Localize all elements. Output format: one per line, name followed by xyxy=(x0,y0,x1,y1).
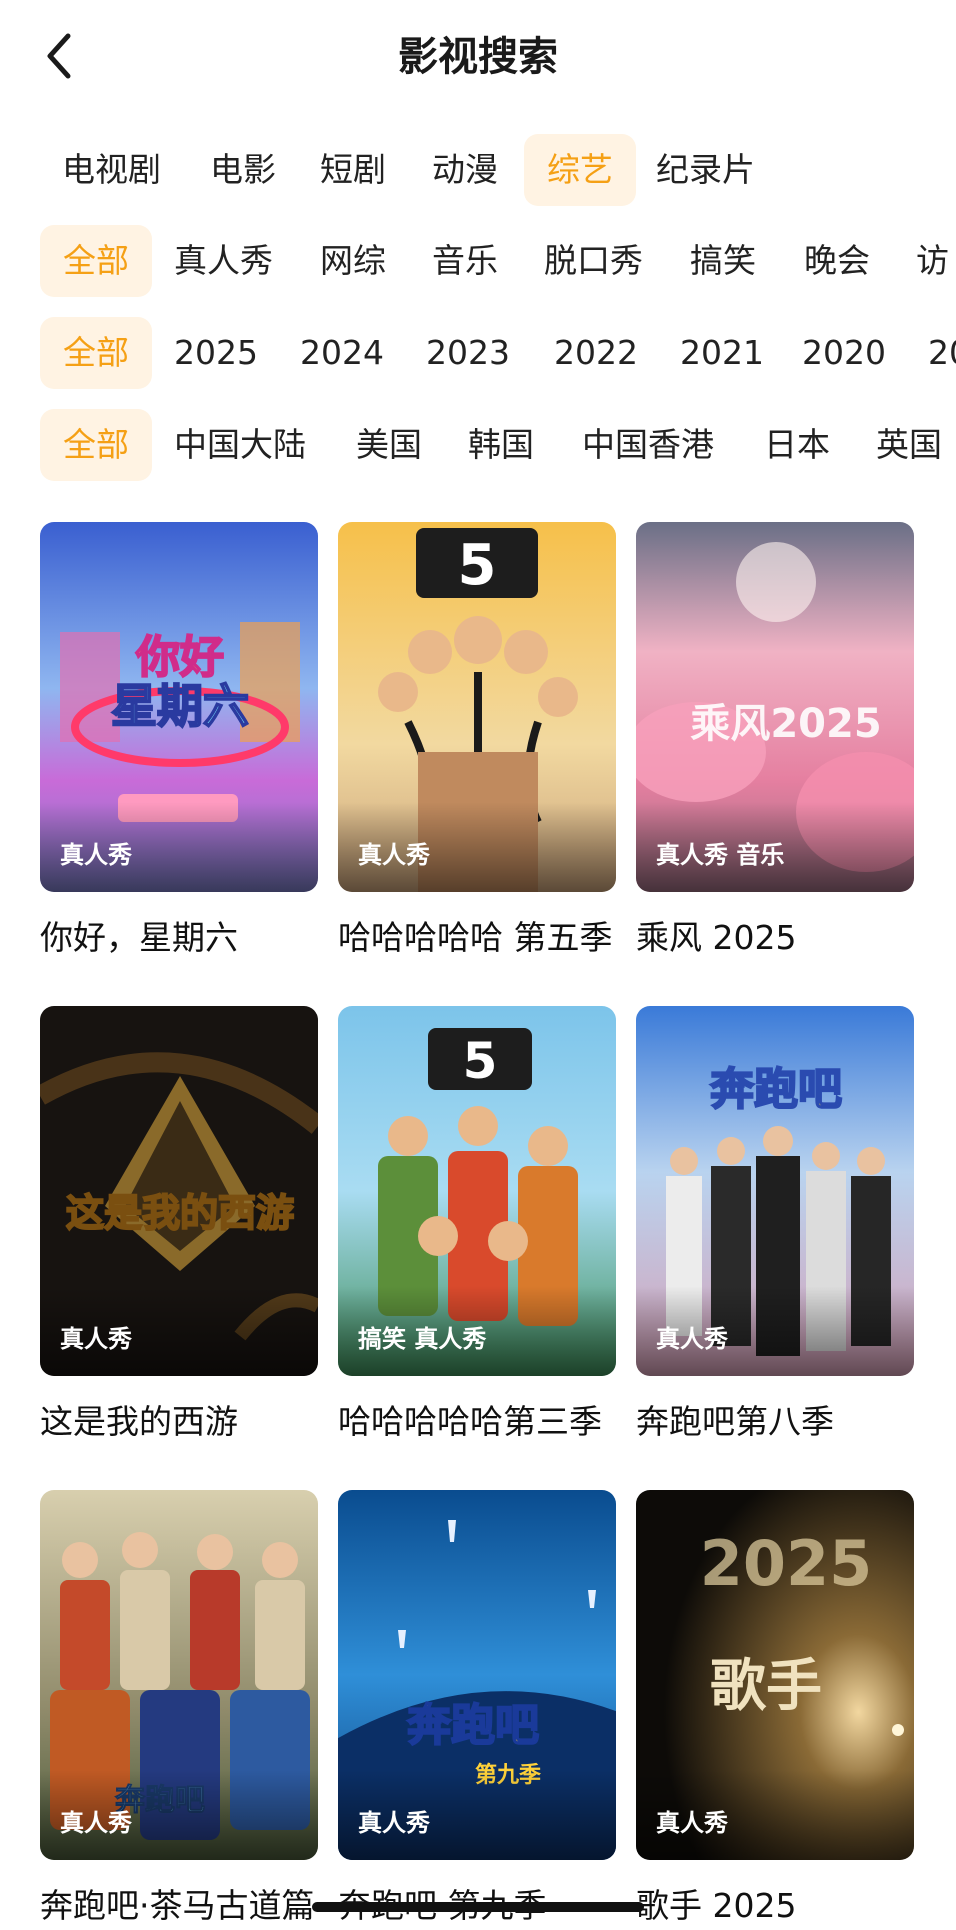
region-hongkong[interactable]: 中国香港 xyxy=(582,409,714,481)
show-card[interactable]: 5 搞笑 真人秀 哈哈哈哈哈第三季 xyxy=(338,1006,616,1446)
poster: 5 搞笑 真人秀 xyxy=(338,1006,616,1376)
show-card[interactable]: 2025 歌手 真人秀 歌手 2025 xyxy=(636,1490,914,1930)
year-2022[interactable]: 2022 xyxy=(554,317,638,389)
genre-tags: 真人秀 音乐 xyxy=(656,841,785,869)
svg-text:星期六: 星期六 xyxy=(111,679,249,733)
genre-interview[interactable]: 访 xyxy=(916,225,949,297)
poster: 这是我的西游 真人秀 xyxy=(40,1006,318,1376)
region-japan[interactable]: 日本 xyxy=(764,409,830,481)
show-title: 哈哈哈哈哈第三季 xyxy=(338,1402,602,1441)
svg-text:5: 5 xyxy=(463,1032,498,1090)
show-title: 乘风 2025 xyxy=(636,918,797,957)
region-korea[interactable]: 韩国 xyxy=(468,409,534,481)
tab-tv[interactable]: 电视剧 xyxy=(62,134,161,206)
show-card[interactable]: 5 真人秀 哈哈哈哈哈 第五季 xyxy=(338,522,616,962)
year-2023[interactable]: 2023 xyxy=(426,317,510,389)
show-card[interactable]: 这是我的西游 真人秀 这是我的西游 xyxy=(40,1006,318,1446)
svg-text:这是我的西游: 这是我的西游 xyxy=(66,1191,294,1235)
show-card[interactable]: 你好 星期六 真人秀 你好，星期六 xyxy=(40,522,318,962)
region-all[interactable]: 全部 xyxy=(40,409,152,481)
category-tabs: 电视剧 电影 短剧 动漫 综艺 纪录片 xyxy=(0,134,956,206)
svg-text:奔跑吧: 奔跑吧 xyxy=(710,1064,842,1115)
top-bar: 影视搜索 xyxy=(0,0,956,118)
show-title: 奔跑吧第八季 xyxy=(636,1402,834,1441)
region-filter: 全部 中国大陆 美国 韩国 中国香港 日本 英国 xyxy=(0,409,956,481)
poster: 乘风2025 真人秀 音乐 xyxy=(636,522,914,892)
poster: 奔跑吧 第九季 真人秀 xyxy=(338,1490,616,1860)
genre-gala[interactable]: 晚会 xyxy=(804,225,870,297)
genre-all[interactable]: 全部 xyxy=(40,225,152,297)
svg-text:5: 5 xyxy=(458,533,497,598)
genre-tags: 真人秀 xyxy=(656,1809,728,1837)
show-title: 你好，星期六 xyxy=(40,918,238,957)
show-card[interactable]: 奔跑吧 真人秀 奔跑吧·茶马古道篇 xyxy=(40,1490,318,1930)
svg-text:2025: 2025 xyxy=(700,1527,873,1600)
year-2021[interactable]: 2021 xyxy=(680,317,764,389)
genre-talk-show[interactable]: 脱口秀 xyxy=(544,225,643,297)
genre-reality[interactable]: 真人秀 xyxy=(174,225,273,297)
show-card[interactable]: 奔跑吧 真人秀 奔跑吧第八季 xyxy=(636,1006,914,1446)
tab-short-drama[interactable]: 短剧 xyxy=(320,134,386,206)
poster: 5 真人秀 xyxy=(338,522,616,892)
genre-comedy[interactable]: 搞笑 xyxy=(690,225,756,297)
region-us[interactable]: 美国 xyxy=(356,409,422,481)
year-more[interactable]: 20 xyxy=(928,317,956,389)
tab-anime[interactable]: 动漫 xyxy=(432,134,498,206)
poster: 你好 星期六 真人秀 xyxy=(40,522,318,892)
genre-filter: 全部 真人秀 网综 音乐 脱口秀 搞笑 晚会 访 xyxy=(0,225,956,297)
year-filter: 全部 2025 2024 2023 2022 2021 2020 20 xyxy=(0,317,956,389)
svg-text:歌手: 歌手 xyxy=(710,1654,822,1719)
home-indicator[interactable] xyxy=(312,1902,644,1912)
genre-tags: 真人秀 xyxy=(656,1325,728,1353)
region-uk[interactable]: 英国 xyxy=(876,409,942,481)
poster: 奔跑吧 真人秀 xyxy=(40,1490,318,1860)
show-title: 这是我的西游 xyxy=(40,1402,238,1441)
page-title: 影视搜索 xyxy=(398,34,558,80)
tab-movie[interactable]: 电影 xyxy=(210,134,276,206)
show-title: 奔跑吧·茶马古道篇 xyxy=(40,1886,315,1925)
show-card[interactable]: 奔跑吧 第九季 真人秀 奔跑吧 第九季 xyxy=(338,1490,616,1930)
show-title: 哈哈哈哈哈 第五季 xyxy=(338,918,613,957)
year-all[interactable]: 全部 xyxy=(40,317,152,389)
genre-tags: 真人秀 xyxy=(60,841,132,869)
svg-text:乘风2025: 乘风2025 xyxy=(690,701,881,747)
genre-tags: 真人秀 xyxy=(60,1809,132,1837)
tab-documentary[interactable]: 纪录片 xyxy=(656,134,755,206)
region-mainland[interactable]: 中国大陆 xyxy=(174,409,306,481)
genre-tags: 搞笑 真人秀 xyxy=(358,1325,487,1353)
genre-tags: 真人秀 xyxy=(358,1809,430,1837)
show-card[interactable]: 乘风2025 真人秀 音乐 乘风 2025 xyxy=(636,522,914,962)
year-2025[interactable]: 2025 xyxy=(174,317,258,389)
svg-text:奔跑吧: 奔跑吧 xyxy=(407,1700,539,1751)
genre-web-variety[interactable]: 网综 xyxy=(320,225,386,297)
show-title: 歌手 2025 xyxy=(636,1886,797,1925)
year-2020[interactable]: 2020 xyxy=(802,317,886,389)
svg-text:你好: 你好 xyxy=(135,632,224,683)
tab-variety[interactable]: 综艺 xyxy=(524,134,636,206)
genre-tags: 真人秀 xyxy=(60,1325,132,1353)
genre-tags: 真人秀 xyxy=(358,841,430,869)
year-2024[interactable]: 2024 xyxy=(300,317,384,389)
poster: 2025 歌手 真人秀 xyxy=(636,1490,914,1860)
poster: 奔跑吧 真人秀 xyxy=(636,1006,914,1376)
genre-music[interactable]: 音乐 xyxy=(432,225,498,297)
